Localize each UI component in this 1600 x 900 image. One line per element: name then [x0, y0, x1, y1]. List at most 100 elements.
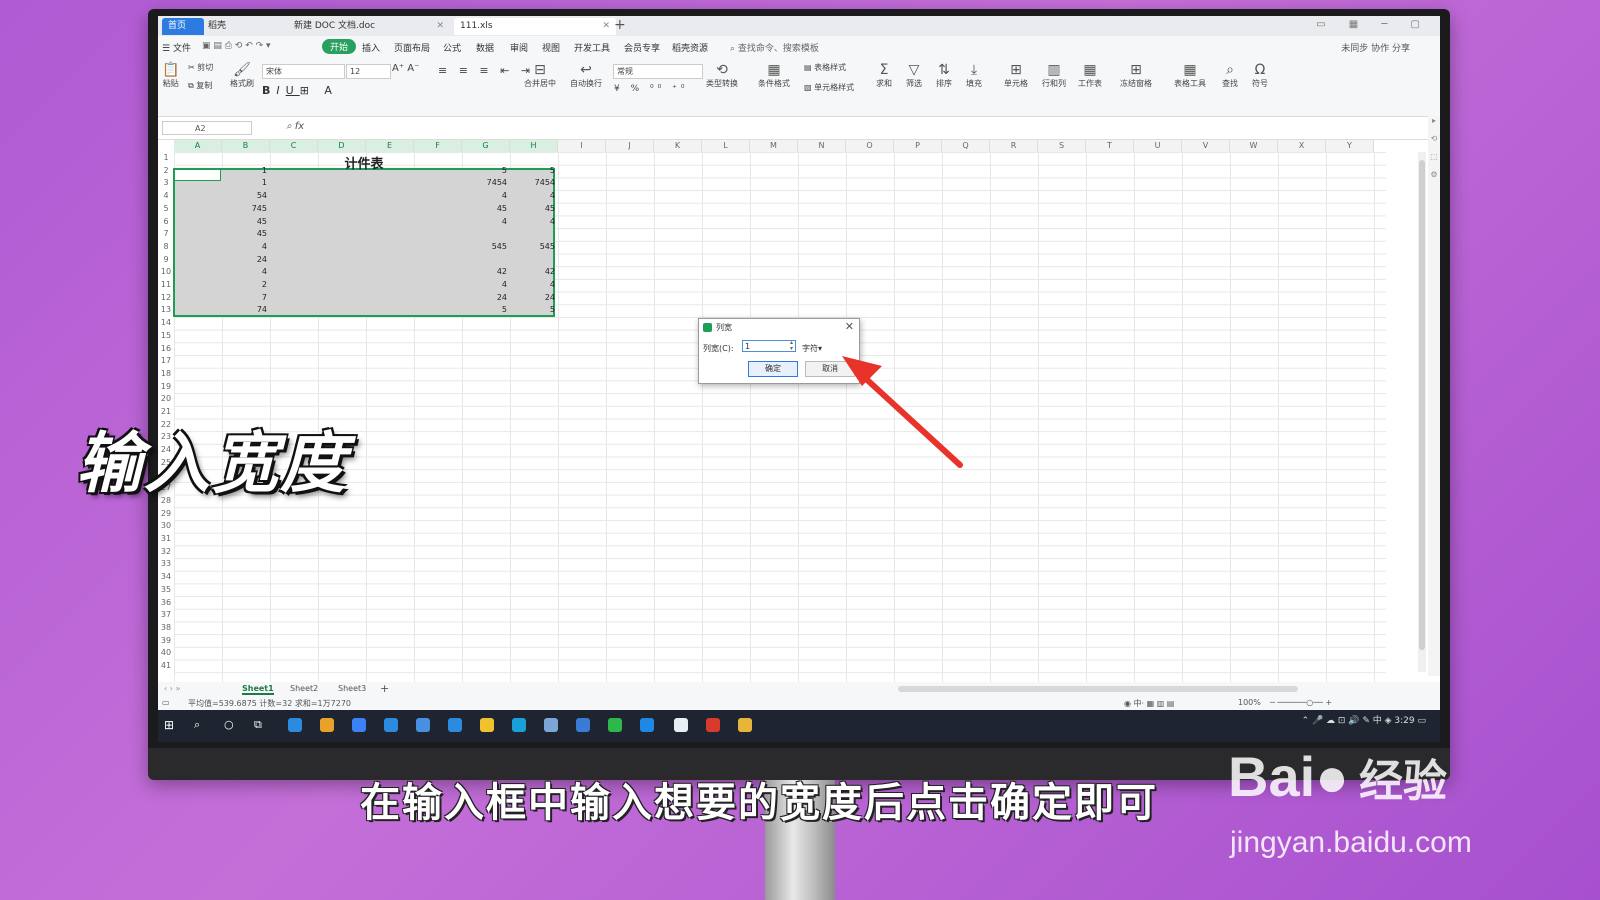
scroll-thumb[interactable] — [1419, 160, 1425, 650]
table-cell[interactable]: 4 — [510, 279, 558, 291]
symbol-button[interactable]: Ω 符号 — [1252, 62, 1268, 89]
table-cell[interactable]: 7454 — [510, 177, 558, 189]
row-header-16[interactable]: 16 — [158, 343, 174, 356]
row-header-15[interactable]: 15 — [158, 330, 174, 343]
column-header-i[interactable]: I — [558, 140, 606, 152]
row-header-37[interactable]: 37 — [158, 609, 174, 622]
row-header-36[interactable]: 36 — [158, 597, 174, 610]
column-header-m[interactable]: M — [750, 140, 798, 152]
fill-button[interactable]: ⤓ 填充 — [966, 62, 982, 89]
menu-member[interactable]: 会员专享 — [624, 41, 660, 54]
menu-file[interactable]: ☰ 文件 — [162, 41, 191, 54]
browser-icon[interactable] — [384, 718, 398, 732]
table-cell[interactable]: 1 — [222, 177, 270, 189]
task-view-icon[interactable]: ⧉ — [254, 718, 262, 732]
cancel-button[interactable]: 取消 — [805, 361, 855, 377]
column-header-q[interactable]: Q — [942, 140, 990, 152]
column-header-r[interactable]: R — [990, 140, 1038, 152]
row-header-5[interactable]: 5 — [158, 203, 174, 216]
rowcol-button[interactable]: ▥ 行和列 — [1042, 62, 1066, 89]
app-icon[interactable] — [320, 718, 334, 732]
table-cell[interactable]: 24 — [510, 292, 558, 304]
sheet-tab-3[interactable]: Sheet3 — [338, 684, 366, 693]
table-cell[interactable]: 4 — [222, 241, 270, 253]
column-header-f[interactable]: F — [414, 140, 462, 152]
row-header-2[interactable]: 2 — [158, 165, 174, 178]
cell-style-button[interactable]: ▧ 单元格样式 — [804, 82, 854, 93]
table-cell[interactable]: 5 — [510, 304, 558, 316]
menu-formula[interactable]: 公式 — [443, 41, 461, 54]
row-header-8[interactable]: 8 — [158, 241, 174, 254]
edge-icon[interactable] — [288, 718, 302, 732]
table-cell[interactable]: 45 — [222, 228, 270, 240]
tab-home[interactable]: 首页 — [162, 18, 204, 35]
row-header-30[interactable]: 30 — [158, 520, 174, 533]
row-header-20[interactable]: 20 — [158, 393, 174, 406]
table-tools-button[interactable]: ▦ 表格工具 — [1174, 62, 1206, 89]
zoom-slider[interactable]: ─ ──────○── + — [1270, 698, 1332, 707]
add-sheet-icon[interactable]: + — [380, 682, 389, 695]
app-icon[interactable] — [416, 718, 430, 732]
table-cell[interactable]: 45 — [510, 203, 558, 215]
column-header-x[interactable]: X — [1278, 140, 1326, 152]
view-mode-icons[interactable]: ◉ 中· ▦ ▥ ▤ — [1124, 698, 1174, 709]
column-header-n[interactable]: N — [798, 140, 846, 152]
worksheet-button[interactable]: ▦ 工作表 — [1078, 62, 1102, 89]
alignment-icons[interactable]: ≡ ≡ ≡ ⇤ ⇥ — [438, 64, 534, 77]
close-icon[interactable]: ✕ — [436, 18, 444, 35]
right-sidebar[interactable]: ▸ ⟲ ⬚ ⚙ — [1428, 116, 1440, 676]
row-header-10[interactable]: 10 — [158, 266, 174, 279]
menu-home[interactable]: 开始 — [322, 39, 357, 54]
command-search[interactable]: ⌕ 查找命令、搜索模板 — [730, 41, 819, 54]
column-header-w[interactable]: W — [1230, 140, 1278, 152]
search-icon[interactable]: ⌕ — [194, 718, 200, 732]
sort-button[interactable]: ⇅ 排序 — [936, 62, 952, 89]
menu-docer-res[interactable]: 稻壳资源 — [672, 41, 708, 54]
row-header-29[interactable]: 29 — [158, 508, 174, 521]
browser-icon[interactable] — [448, 718, 462, 732]
column-header-t[interactable]: T — [1086, 140, 1134, 152]
table-style-button[interactable]: ▤ 表格样式 — [804, 62, 846, 73]
row-header-18[interactable]: 18 — [158, 368, 174, 381]
mail-icon[interactable] — [576, 718, 590, 732]
paste-button[interactable]: 📋 粘贴 — [162, 62, 179, 89]
unit-select[interactable]: 字符▾ — [802, 343, 822, 354]
folder-icon[interactable] — [480, 718, 494, 732]
cut-button[interactable]: ✂ 剪切 — [188, 62, 213, 73]
table-cell[interactable]: 2 — [222, 279, 270, 291]
table-cell[interactable]: 74 — [222, 304, 270, 316]
table-cell[interactable]: 745 — [222, 203, 270, 215]
spinner-icon[interactable]: ▴ ▾ — [790, 340, 793, 352]
column-header-d[interactable]: D — [318, 140, 366, 152]
menu-data[interactable]: 数据 — [476, 41, 494, 54]
menu-dev-tools[interactable]: 开发工具 — [574, 41, 610, 54]
row-header-6[interactable]: 6 — [158, 216, 174, 229]
table-cell[interactable]: 4 — [462, 279, 510, 291]
column-header-a[interactable]: A — [174, 140, 222, 152]
close-icon[interactable]: ✕ — [602, 18, 610, 35]
table-cell[interactable]: 5 — [462, 304, 510, 316]
close-icon[interactable]: ✕ — [845, 320, 854, 333]
table-cell[interactable]: 42 — [510, 266, 558, 278]
type-convert-button[interactable]: ⟲ 类型转换 — [706, 62, 738, 89]
table-cell[interactable]: 5 — [510, 165, 558, 177]
tab-doc[interactable]: 新建 DOC 文档.doc ✕ — [288, 18, 450, 35]
vertical-scrollbar[interactable] — [1418, 152, 1426, 672]
row-header-12[interactable]: 12 — [158, 292, 174, 305]
menu-review[interactable]: 审阅 — [510, 41, 528, 54]
table-cell[interactable]: 7454 — [462, 177, 510, 189]
ok-button[interactable]: 确定 — [748, 361, 798, 377]
table-cell[interactable]: 1 — [222, 165, 270, 177]
row-header-38[interactable]: 38 — [158, 622, 174, 635]
fx-icon[interactable]: ⌕ fx — [286, 121, 304, 132]
freeze-button[interactable]: ⊞ 冻结窗格 — [1120, 62, 1152, 89]
column-header-e[interactable]: E — [366, 140, 414, 152]
number-format-icons[interactable]: ¥ % ⁰⁰ ⁺⁰ — [614, 84, 688, 94]
wps-icon[interactable] — [706, 718, 720, 732]
row-header-40[interactable]: 40 — [158, 647, 174, 660]
row-header-32[interactable]: 32 — [158, 546, 174, 559]
app-icon[interactable] — [512, 718, 526, 732]
format-buttons[interactable]: BIU⊞ A — [262, 84, 338, 97]
column-header-k[interactable]: K — [654, 140, 702, 152]
row-header-7[interactable]: 7 — [158, 228, 174, 241]
